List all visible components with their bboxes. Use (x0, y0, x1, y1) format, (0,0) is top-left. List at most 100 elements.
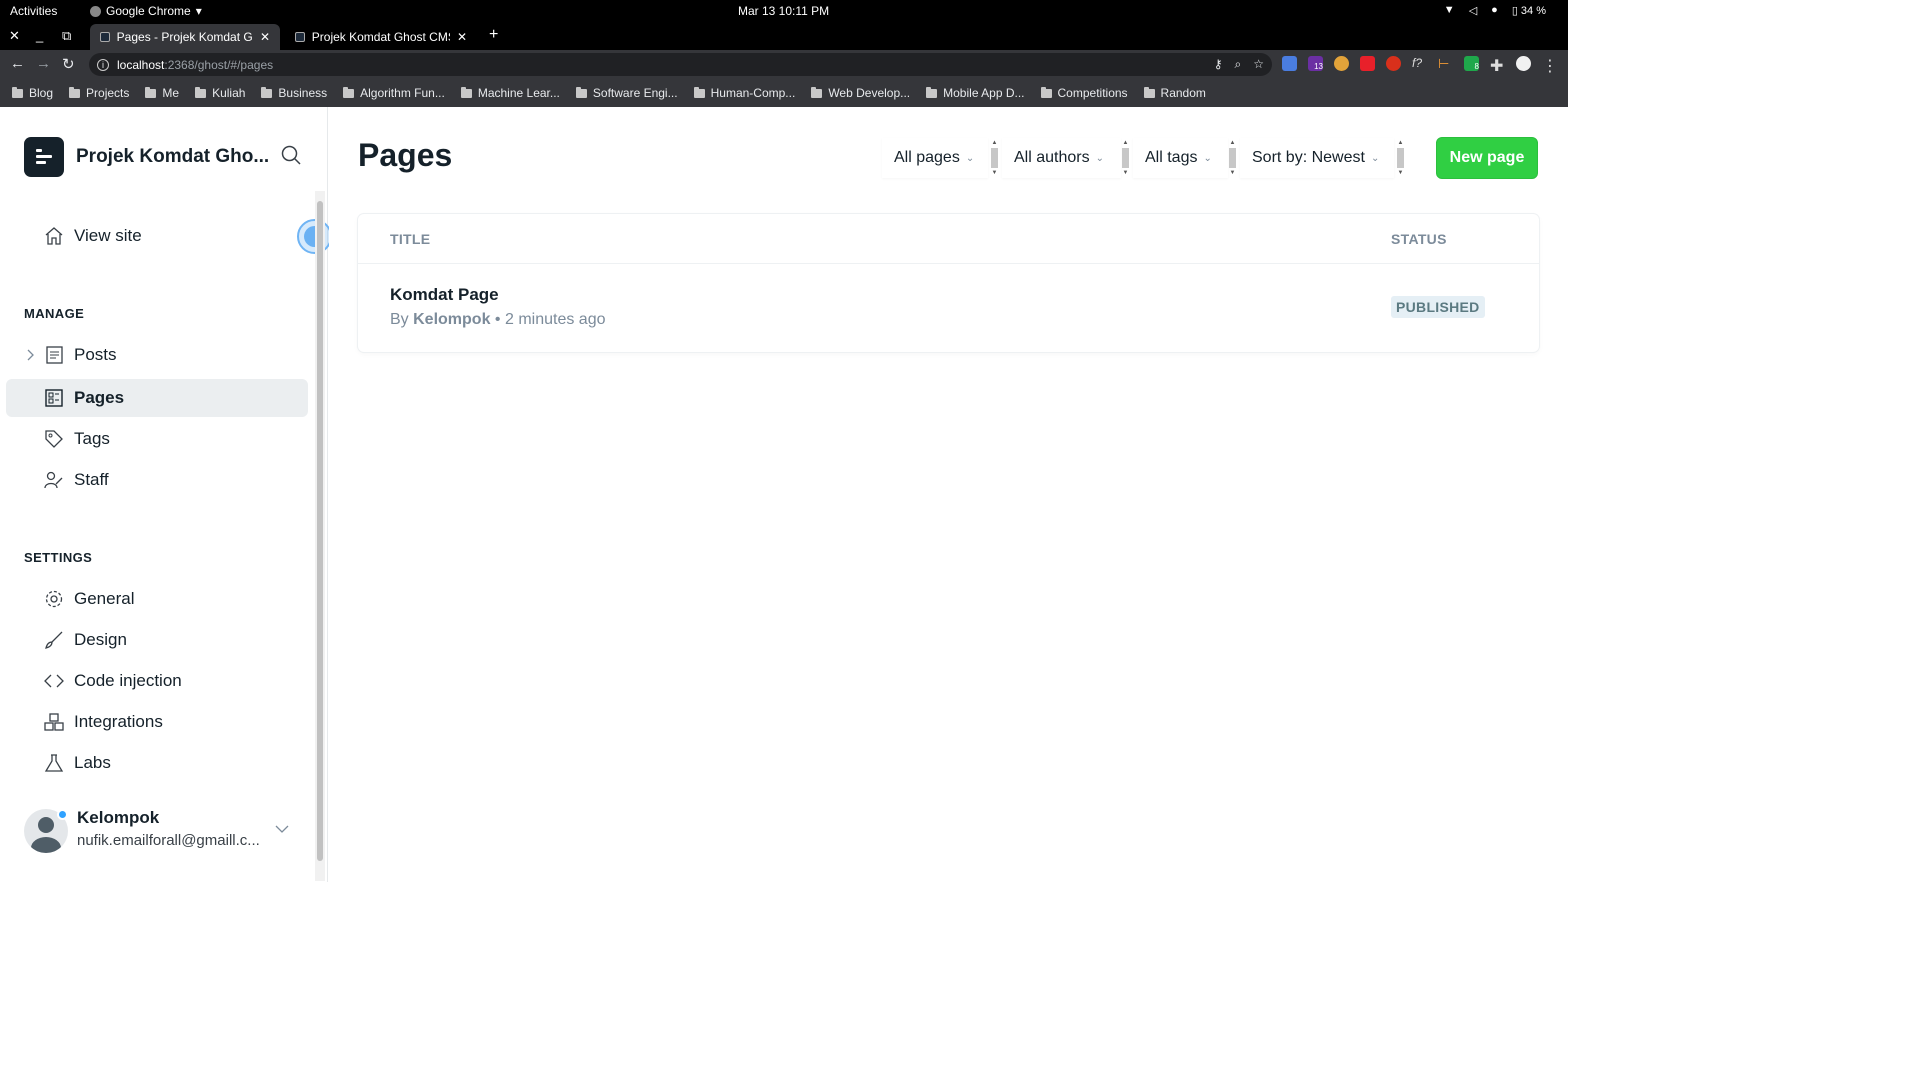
chevron-down-icon[interactable] (274, 821, 290, 837)
bookmark-me[interactable]: Me (145, 86, 179, 100)
chevron-right-icon[interactable] (24, 348, 38, 362)
tab-close-icon[interactable]: ✕ (457, 30, 467, 44)
sidebar-item-integrations[interactable]: Integrations (6, 703, 308, 741)
formula-extension-icon[interactable]: f? (1412, 56, 1427, 71)
ghost-sidebar: Projek Komdat Gho... View site MANAGE Po… (0, 107, 332, 882)
sidebar-item-code-injection[interactable]: Code injection (6, 662, 308, 700)
address-bar[interactable]: i localhost:2368/ghost/#/pages ⚷ ⌕ ☆ (89, 53, 1272, 76)
sidebar-item-label: General (74, 589, 135, 608)
user-menu[interactable]: Kelompok nufik.emailforall@gmaill.c... (24, 807, 304, 855)
column-title: TITLE (390, 231, 431, 247)
flag-extension-icon[interactable]: ⊢ (1438, 56, 1453, 71)
extension-badge-icon[interactable]: 13 (1308, 56, 1323, 71)
reload-icon[interactable]: ↻ (62, 55, 75, 73)
ghost-favicon-icon (100, 32, 110, 42)
filter-spinner[interactable]: ▲ ▼ (1228, 140, 1237, 176)
tab-site[interactable]: Projek Komdat Ghost CMS ✕ (285, 24, 477, 50)
filter-tag[interactable]: All tags ⌄ (1133, 138, 1228, 178)
zoom-icon[interactable]: ⌕ (1235, 57, 1242, 72)
bookmark-competitions[interactable]: Competitions (1040, 86, 1128, 100)
bookmark-machine-learning[interactable]: Machine Lear... (460, 86, 560, 100)
tab-pages[interactable]: Pages - Projek Komdat Gh ✕ (90, 24, 280, 50)
filter-spinner[interactable]: ▲ ▼ (1121, 140, 1130, 176)
posts-icon (46, 346, 63, 364)
green-extension-icon[interactable]: 8 (1464, 56, 1479, 71)
bookmark-kuliah[interactable]: Kuliah (195, 86, 245, 100)
page-row-title[interactable]: Komdat Page (390, 285, 499, 305)
bookmark-blog[interactable]: Blog (12, 86, 53, 100)
sidebar-item-view-site[interactable]: View site (6, 217, 308, 255)
clock[interactable]: Mar 13 10:11 PM (738, 4, 829, 18)
window-minimize-icon[interactable]: _ (36, 28, 43, 43)
bookmark-projects[interactable]: Projects (69, 86, 129, 100)
sidebar-item-general[interactable]: General (6, 580, 308, 618)
filter-spinner[interactable]: ▲ ▼ (990, 140, 999, 176)
bookmark-random[interactable]: Random (1143, 86, 1206, 100)
back-arrow-icon[interactable]: ← (10, 55, 25, 72)
filter-label: Sort by: Newest (1252, 149, 1365, 166)
folder-icon (195, 86, 207, 98)
activities-button[interactable]: Activities (10, 4, 57, 18)
tab-close-icon[interactable]: ✕ (260, 30, 270, 44)
settings-heading: SETTINGS (24, 550, 93, 565)
integrations-icon (44, 713, 64, 731)
manage-heading: MANAGE (24, 306, 85, 321)
sidebar-item-design[interactable]: Design (6, 621, 308, 659)
site-brand[interactable]: Projek Komdat Gho... (24, 137, 269, 177)
sidebar-scrollbar[interactable] (315, 191, 325, 881)
window-restore-icon[interactable]: ⧉ (62, 28, 71, 44)
puzzle-extensions-icon[interactable]: ✚ (1490, 56, 1505, 75)
app-menu[interactable]: Google Chrome ▾ (90, 4, 202, 18)
app-menu-label: Google Chrome (106, 4, 191, 18)
bookmark-algorithm[interactable]: Algorithm Fun... (343, 86, 445, 100)
sidebar-item-labs[interactable]: Labs (6, 744, 308, 782)
page-row-author: Kelompok (413, 311, 491, 328)
filter-spinner[interactable]: ▲ ▼ (1396, 140, 1405, 176)
new-page-button[interactable]: New page (1436, 137, 1538, 179)
bookmark-software-engineering[interactable]: Software Engi... (575, 86, 678, 100)
key-icon[interactable]: ⚷ (1214, 57, 1223, 72)
sidebar-item-label: View site (74, 226, 142, 245)
bookmark-web-development[interactable]: Web Develop... (811, 86, 910, 100)
bookmark-hci[interactable]: Human-Comp... (693, 86, 795, 100)
sidebar-item-pages[interactable]: Pages (6, 379, 308, 417)
filter-page-type[interactable]: All pages ⌄ (882, 138, 988, 178)
translate-extension-icon[interactable] (1282, 56, 1297, 71)
page-title: Pages (358, 137, 453, 173)
forward-arrow-icon[interactable]: → (36, 55, 51, 72)
list-item[interactable]: Komdat Page By Kelompok • 2 minutes ago … (358, 264, 1539, 352)
sidebar-item-staff[interactable]: Staff (6, 461, 308, 499)
home-icon (45, 227, 63, 245)
bookmark-mobile-app[interactable]: Mobile App D... (926, 86, 1025, 100)
main-content: Pages All pages ⌄ ▲ ▼ All authors ⌄ ▲ ▼ All … (329, 107, 1568, 882)
sidebar-item-posts[interactable]: Posts (6, 336, 308, 374)
folder-icon (261, 86, 273, 98)
tab-strip: ✕ _ ⧉ Pages - Projek Komdat Gh ✕ Projek … (0, 22, 1568, 50)
bookmark-star-icon[interactable]: ☆ (1253, 57, 1264, 72)
list-header: TITLE STATUS (358, 214, 1539, 264)
scrollbar-thumb[interactable] (317, 201, 323, 861)
chrome-menu-icon[interactable]: ⋮ (1542, 56, 1558, 75)
red-extension-icon[interactable] (1360, 56, 1375, 71)
bookmark-business[interactable]: Business (261, 86, 327, 100)
system-tray[interactable]: ▼ ◁ ● ▯ 34 % (1444, 4, 1546, 17)
cookie-extension-icon[interactable] (1334, 56, 1349, 71)
filter-sort[interactable]: Sort by: Newest ⌄ (1240, 138, 1394, 178)
tag-icon (45, 430, 63, 448)
new-tab-icon[interactable]: + (489, 26, 498, 44)
url-host: localhost (117, 57, 165, 72)
code-icon (44, 674, 64, 688)
profile-avatar-icon[interactable] (1516, 56, 1531, 71)
folder-icon (343, 86, 355, 98)
browser-toolbar: ← → ↻ i localhost:2368/ghost/#/pages ⚷ ⌕… (0, 50, 1568, 79)
window-close-icon[interactable]: ✕ (9, 28, 20, 44)
sidebar-item-tags[interactable]: Tags (6, 420, 308, 458)
search-icon[interactable] (281, 145, 301, 165)
staff-icon (44, 471, 63, 489)
battery-indicator: ▯ 34 % (1511, 5, 1546, 17)
gear-icon (45, 590, 63, 608)
site-info-icon[interactable]: i (97, 58, 109, 71)
adblock-extension-icon[interactable] (1386, 56, 1401, 71)
ghost-site-logo-icon (24, 137, 64, 177)
filter-author[interactable]: All authors ⌄ (1002, 138, 1121, 178)
